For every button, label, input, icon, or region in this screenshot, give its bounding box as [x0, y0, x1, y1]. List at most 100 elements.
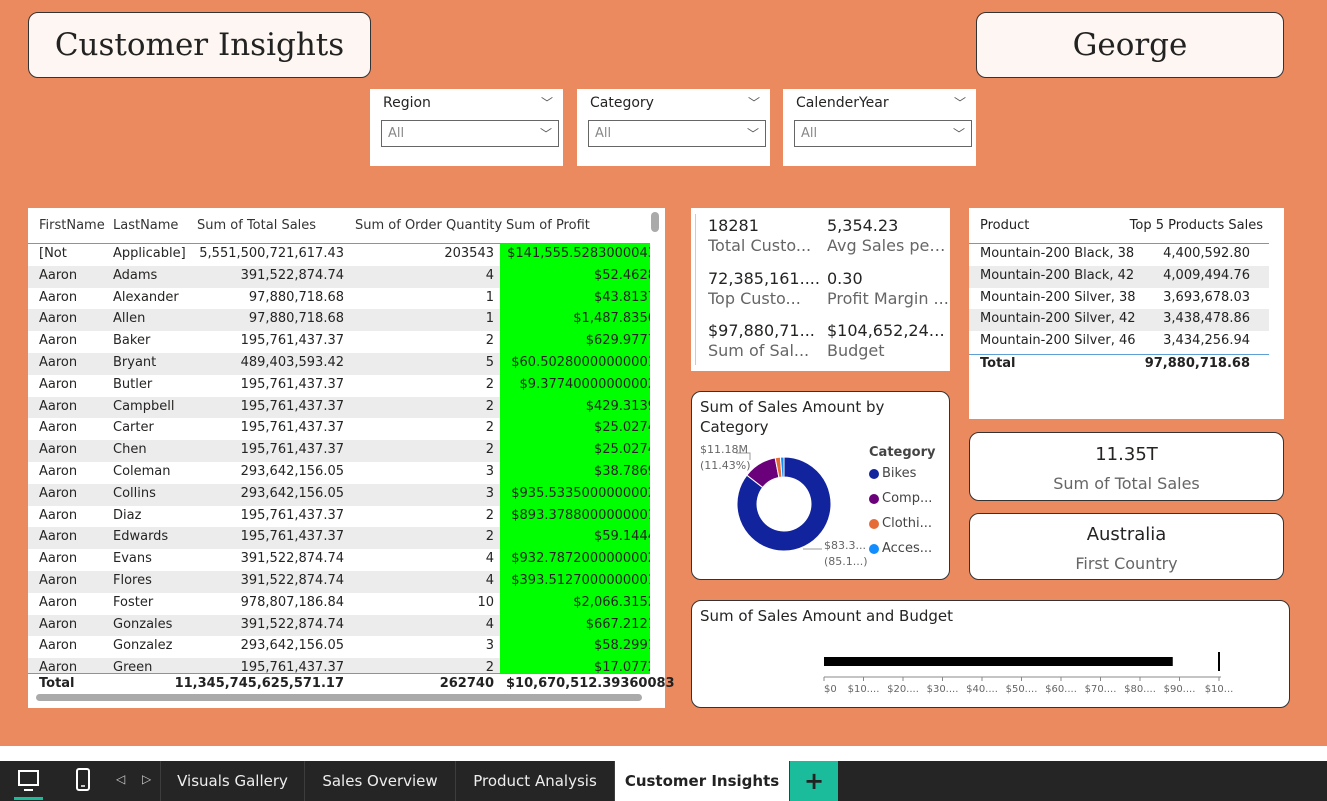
card-value: Australia	[1086, 524, 1167, 545]
desktop-view-icon[interactable]	[14, 768, 43, 801]
table-row[interactable]: Aaron Gonzalez 293,642,156.05 3 $58.2991	[28, 636, 650, 659]
chevron-down-icon[interactable]: ﹀	[541, 94, 553, 111]
profit-value: $25.0274	[593, 420, 650, 436]
chevron-right-icon[interactable]: ▷	[142, 772, 151, 786]
table-row[interactable]: Aaron Bryant 489,403,593.42 5 $60.5028000000…	[28, 352, 650, 375]
slicer-category: Category ﹀ All ﹀	[577, 89, 770, 166]
table-row[interactable]: Aaron Baker 195,761,437.37 2 $629.9777	[28, 331, 650, 353]
table-row[interactable]: Mountain-200 Black, 42 4,009,494.76	[969, 265, 1269, 288]
product-sales-cell: 3,434,256.94	[1163, 333, 1250, 349]
close-tab-icon[interactable]: x	[775, 764, 783, 778]
table-row[interactable]: Aaron Campbell 195,761,437.37 2 $429.3139	[28, 396, 650, 419]
mobile-view-icon[interactable]	[75, 768, 91, 794]
tab-product-analysis[interactable]: Product Analysis	[456, 761, 615, 801]
table-row[interactable]: Aaron Flores 391,522,874.74 4 $393.512700000…	[28, 570, 650, 593]
tab-label: Sales Overview	[322, 772, 438, 790]
profit-cell: $629.9777	[500, 331, 650, 353]
canvas-bottom-gap	[0, 746, 1327, 761]
column-header[interactable]: Sum of Order Quantity	[355, 218, 502, 233]
table-row[interactable]: Aaron Adams 391,522,874.74 4 $52.4628	[28, 265, 650, 288]
last-name-cell: Gonzalez	[113, 638, 173, 654]
kpi-value: 5,354.23	[827, 216, 899, 235]
first-name-cell: Aaron	[39, 311, 78, 327]
column-header[interactable]: Top 5 Products Sales	[1130, 218, 1263, 233]
table-row[interactable]: Aaron Gonzales 391,522,874.74 4 $667.2121	[28, 614, 650, 637]
horizontal-scrollbar[interactable]	[36, 694, 642, 701]
first-name-cell: Aaron	[39, 463, 78, 479]
total-value: 97,880,718.68	[1144, 356, 1250, 371]
total-sales-cell: 195,761,437.37	[240, 398, 344, 414]
last-name-cell: Butler	[113, 376, 153, 392]
last-name-cell: Campbell	[113, 398, 175, 414]
table-row[interactable]: Aaron Green 195,761,437.37 2 $17.0772	[28, 658, 650, 674]
dropdown-value: All	[595, 126, 612, 141]
tab-customer-insights[interactable]: Customer Insights x	[615, 761, 790, 801]
chevron-down-icon[interactable]: ﹀	[954, 94, 966, 111]
table-row[interactable]: Aaron Butler 195,761,437.37 2 $9.37740000000…	[28, 374, 650, 397]
x-axis-tick-label: $50....	[1006, 684, 1038, 695]
profit-cell: $667.2121	[500, 614, 650, 637]
order-quantity-cell: 2	[485, 529, 494, 545]
profit-cell: $935.5335000000002	[500, 483, 650, 506]
table-row[interactable]: Mountain-200 Silver, 42 3,438,478.86	[969, 309, 1269, 332]
kpi-sum-of-sales: $97,880,71... Sum of Sal...	[708, 321, 830, 360]
profit-cell: $9.37740000000002	[500, 374, 650, 397]
total-label: Total	[980, 356, 1016, 371]
table-row[interactable]: Aaron Collins 293,642,156.05 3 $935.53350000…	[28, 483, 650, 506]
column-header[interactable]: FirstName	[39, 218, 105, 233]
chevron-down-icon[interactable]: ﹀	[748, 94, 760, 111]
total-sales-cell: 978,807,186.84	[240, 594, 344, 610]
column-header[interactable]: Product	[980, 218, 1029, 233]
profit-value: $43.8137	[593, 289, 650, 305]
total-sales-cell: 195,761,437.37	[240, 376, 344, 392]
sales-bar[interactable]	[824, 657, 1173, 666]
table-row[interactable]: Aaron Chen 195,761,437.37 2 $25.0274	[28, 440, 650, 462]
total-label: Total	[39, 676, 75, 691]
tab-visuals-gallery[interactable]: Visuals Gallery	[160, 761, 305, 801]
table-row[interactable]: Aaron Allen 97,880,718.68 1 $1,487.8356	[28, 309, 650, 332]
table-row[interactable]: Mountain-200 Silver, 38 3,693,678.03	[969, 288, 1269, 310]
legend-item[interactable]: Bikes	[869, 466, 935, 481]
first-name-cell: Aaron	[39, 507, 78, 523]
first-name-cell: Aaron	[39, 333, 78, 349]
table-row[interactable]: Aaron Alexander 97,880,718.68 1 $43.8137	[28, 287, 650, 310]
total-sales: 11,345,745,625,571.17	[174, 676, 344, 691]
table-row[interactable]: [Not Applicable] 5,551,500,721,617.43 20354…	[28, 244, 650, 266]
sales-budget-chart[interactable]: $0 $10.... $20.... $30.... $40.... $50.... $60…	[692, 601, 1291, 709]
table-row[interactable]: Aaron Edwards 195,761,437.37 2 $59.1444	[28, 527, 650, 550]
column-header[interactable]: LastName	[113, 218, 178, 233]
x-axis-tick-label: $40....	[966, 684, 998, 695]
donut-chart-card: Sum of Sales Amount by Category $11.18M …	[691, 391, 950, 580]
table-row[interactable]: Aaron Coleman 293,642,156.05 3 $38.7869	[28, 461, 650, 484]
product-name-cell: Mountain-200 Silver, 42	[980, 311, 1136, 327]
chart-legend: Category Bikes Comp... Clothi... Acces..…	[869, 445, 935, 566]
column-header[interactable]: Sum of Profit	[506, 218, 590, 233]
total-sales-cell: 391,522,874.74	[240, 616, 344, 632]
legend-item[interactable]: Comp...	[869, 491, 935, 506]
table-row[interactable]: Aaron Foster 978,807,186.84 10 $2,066.3152	[28, 592, 650, 615]
tab-sales-overview[interactable]: Sales Overview	[305, 761, 456, 801]
vertical-scrollbar[interactable]	[651, 212, 659, 232]
region-dropdown[interactable]: All ﹀	[381, 120, 559, 147]
chevron-left-icon[interactable]: ◁	[116, 772, 125, 786]
first-name-cell: Aaron	[39, 267, 78, 283]
legend-item[interactable]: Clothi...	[869, 516, 935, 531]
add-page-button[interactable]: +	[790, 761, 838, 801]
column-header[interactable]: Sum of Total Sales	[197, 218, 316, 233]
category-dropdown[interactable]: All ﹀	[588, 120, 766, 147]
table-row[interactable]: Mountain-200 Black, 38 4,400,592.80	[969, 244, 1269, 266]
table-row[interactable]: Aaron Diaz 195,761,437.37 2 $893.37880000000…	[28, 505, 650, 528]
data-label: (11.43%)	[700, 459, 751, 472]
last-name-cell: Applicable]	[113, 246, 186, 261]
customer-table: FirstName LastName Sum of Total Sales Su…	[28, 208, 675, 708]
table-row[interactable]: Aaron Carter 195,761,437.37 2 $25.0274	[28, 418, 650, 441]
legend-item[interactable]: Acces...	[869, 541, 935, 556]
card-accent-line	[695, 214, 696, 365]
first-name-cell: Aaron	[39, 398, 78, 414]
calender-year-dropdown[interactable]: All ﹀	[794, 120, 972, 147]
table-row[interactable]: Mountain-200 Silver, 46 3,434,256.94	[969, 331, 1269, 353]
kpi-label: Avg Sales per ...	[827, 236, 949, 255]
last-name-cell: Evans	[113, 551, 152, 567]
first-name-cell: Aaron	[39, 551, 78, 567]
table-row[interactable]: Aaron Evans 391,522,874.74 4 $932.7872000000…	[28, 549, 650, 571]
